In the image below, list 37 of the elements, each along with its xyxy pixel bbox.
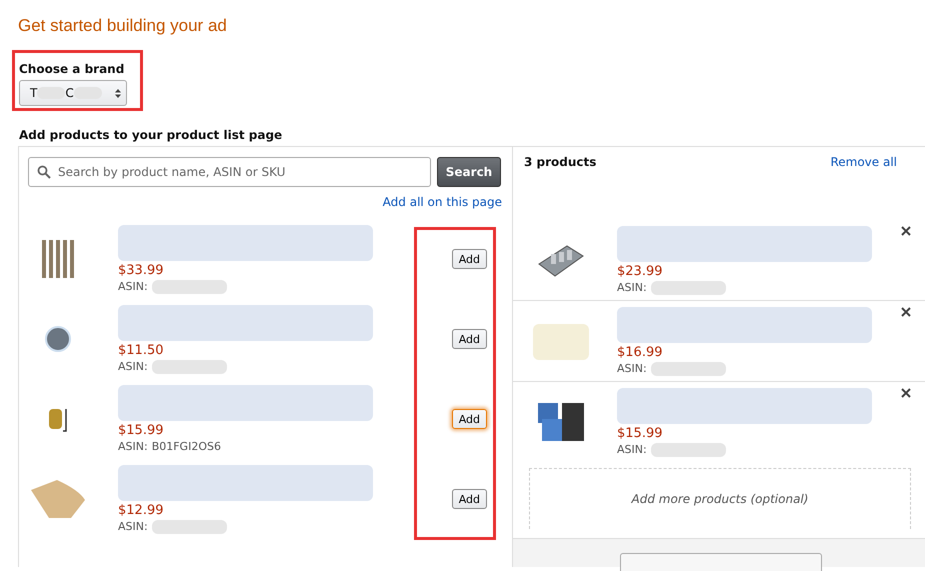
asin-label: ASIN:	[118, 280, 148, 293]
asin-label: ASIN:	[617, 362, 647, 375]
add-button[interactable]: Add	[452, 249, 487, 269]
add-button[interactable]: Add	[452, 409, 487, 429]
section-label: Add products to your product list page	[19, 128, 284, 142]
asin-value: B01FGI2OS6	[152, 440, 221, 453]
product-price: $16.99	[617, 344, 664, 360]
close-icon[interactable]	[901, 307, 911, 317]
product-price: $15.99	[118, 423, 164, 438]
product-price: $33.99	[118, 262, 164, 278]
product-price: $11.50	[118, 342, 164, 358]
add-button[interactable]: Add	[452, 329, 487, 349]
asin-label: ASIN:	[118, 360, 148, 373]
brand-dropdown[interactable]: T C	[19, 80, 127, 106]
add-more-hint: Add more products (optional)	[632, 492, 808, 506]
rods-icon	[40, 238, 76, 280]
close-icon[interactable]	[901, 388, 911, 398]
close-icon[interactable]	[901, 226, 911, 236]
product-price: $12.99	[118, 502, 164, 518]
product-price: $15.99	[617, 426, 664, 440]
search-field[interactable]: Search by product name, ASIN or SKU	[28, 157, 431, 187]
product-count: 3 products	[524, 155, 596, 171]
paper-filter-icon	[29, 478, 87, 520]
add-all-link[interactable]: Add all on this page	[382, 195, 502, 209]
disc-icon	[44, 325, 72, 353]
asin-label: ASIN:	[118, 520, 148, 533]
add-button[interactable]: Add	[452, 489, 487, 509]
asin-label: ASIN:	[617, 443, 647, 456]
search-button[interactable]: Search	[437, 157, 501, 187]
remove-all-link[interactable]: Remove all	[830, 155, 897, 220]
asin-label: ASIN:	[617, 281, 647, 294]
filter-pads-icon	[536, 401, 586, 443]
brand-label: Choose a brand	[19, 62, 126, 76]
asin-label: ASIN:	[118, 440, 148, 453]
updown-arrows-icon	[115, 88, 121, 98]
product-price: $23.99	[617, 264, 664, 278]
page-heading: Get started building your ad	[17, 15, 228, 36]
